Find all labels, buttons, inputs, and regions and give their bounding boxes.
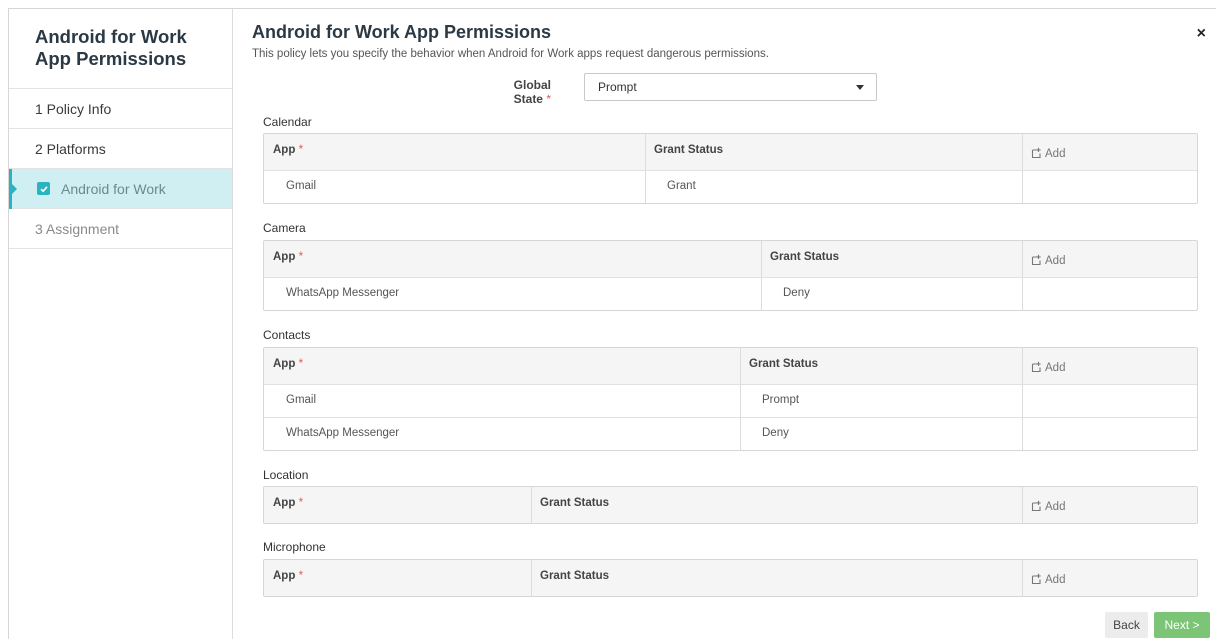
table-row[interactable]: WhatsApp Messenger Deny (264, 417, 1197, 450)
add-button[interactable]: Add (1022, 487, 1065, 523)
table-header-row: App * Grant Status Add (264, 487, 1197, 523)
checkbox-checked-icon[interactable] (37, 182, 50, 195)
add-icon (1031, 361, 1041, 373)
permission-table-camera: App * Grant Status Add WhatsApp Messenge… (263, 240, 1198, 311)
add-icon (1031, 500, 1041, 512)
sidebar-item-android-for-work[interactable]: Android for Work (9, 169, 232, 209)
table-header-row: App * Grant Status Add (264, 134, 1197, 170)
sidebar-item-label: Android for Work (61, 181, 166, 197)
page-title: Android for Work App Permissions (252, 22, 552, 42)
sidebar-item-platforms[interactable]: 2 Platforms (9, 129, 232, 169)
cell-app: Gmail (286, 394, 317, 406)
sidebar-title-line1: Android for Work (35, 26, 187, 47)
back-button[interactable]: Back (1105, 612, 1148, 638)
sidebar-title: Android for Work App Permissions (9, 9, 232, 89)
global-state-value: Prompt (598, 80, 637, 94)
add-button[interactable]: Add (1022, 348, 1065, 384)
column-header-app: App * (273, 144, 304, 156)
section-title-calendar: Calendar (263, 115, 312, 129)
sidebar-item-policy-info[interactable]: 1 Policy Info (9, 89, 232, 129)
column-header-app: App * (273, 497, 304, 509)
table-row[interactable]: WhatsApp Messenger Deny (264, 277, 1197, 310)
permission-table-location: App * Grant Status Add (263, 486, 1198, 524)
close-icon[interactable]: × (1197, 25, 1206, 43)
sidebar-item-assignment[interactable]: 3 Assignment (9, 209, 232, 249)
column-header-app: App * (273, 570, 304, 582)
required-mark: * (546, 92, 551, 106)
section-title-camera: Camera (263, 221, 306, 235)
permission-table-calendar: App * Grant Status Add Gmail Grant (263, 133, 1198, 204)
sidebar-item-label: 3 Assignment (35, 221, 120, 237)
column-header-app: App * (273, 251, 304, 263)
column-header-grant-status: Grant Status (770, 251, 840, 263)
next-button[interactable]: Next > (1154, 612, 1210, 638)
section-title-location: Location (263, 468, 309, 482)
sidebar-item-label: 1 Policy Info (35, 101, 112, 117)
table-header-row: App * Grant Status Add (264, 241, 1197, 277)
table-header-row: App * Grant Status Add (264, 348, 1197, 384)
cell-grant-status: Deny (783, 287, 810, 299)
add-icon (1031, 147, 1041, 159)
section-title-microphone: Microphone (263, 540, 326, 554)
add-button[interactable]: Add (1022, 560, 1065, 596)
column-header-grant-status: Grant Status (749, 358, 819, 370)
cell-app: Gmail (286, 180, 317, 192)
add-icon (1031, 254, 1041, 266)
column-header-app: App * (273, 358, 304, 370)
cell-grant-status: Grant (667, 180, 696, 192)
add-button[interactable]: Add (1022, 134, 1065, 170)
wizard-sidebar: Android for Work App Permissions 1 Polic… (9, 9, 233, 639)
cell-app: WhatsApp Messenger (286, 287, 400, 299)
global-state-select[interactable]: Prompt (584, 73, 877, 101)
global-state-label: Global State * (513, 78, 551, 106)
column-header-grant-status: Grant Status (654, 144, 724, 156)
add-button[interactable]: Add (1022, 241, 1065, 277)
column-header-grant-status: Grant Status (540, 570, 610, 582)
sidebar-item-label: 2 Platforms (35, 141, 106, 157)
cell-grant-status: Deny (762, 427, 789, 439)
section-title-contacts: Contacts (263, 328, 311, 342)
column-header-grant-status: Grant Status (540, 497, 610, 509)
table-row[interactable]: Gmail Grant (264, 170, 1197, 203)
main-panel: Android for Work App Permissions This po… (233, 9, 1216, 639)
policy-dialog: Android for Work App Permissions 1 Polic… (8, 8, 1216, 639)
add-icon (1031, 573, 1041, 585)
permission-table-microphone: App * Grant Status Add (263, 559, 1198, 597)
chevron-down-icon (856, 85, 864, 90)
table-row[interactable]: Gmail Prompt (264, 384, 1197, 417)
permission-table-contacts: App * Grant Status Add Gmail Prompt What… (263, 347, 1198, 451)
table-header-row: App * Grant Status Add (264, 560, 1197, 596)
page-description: This policy lets you specify the behavio… (252, 48, 769, 60)
cell-app: WhatsApp Messenger (286, 427, 400, 439)
cell-grant-status: Prompt (762, 394, 800, 406)
sidebar-title-line2: App Permissions (35, 48, 187, 69)
